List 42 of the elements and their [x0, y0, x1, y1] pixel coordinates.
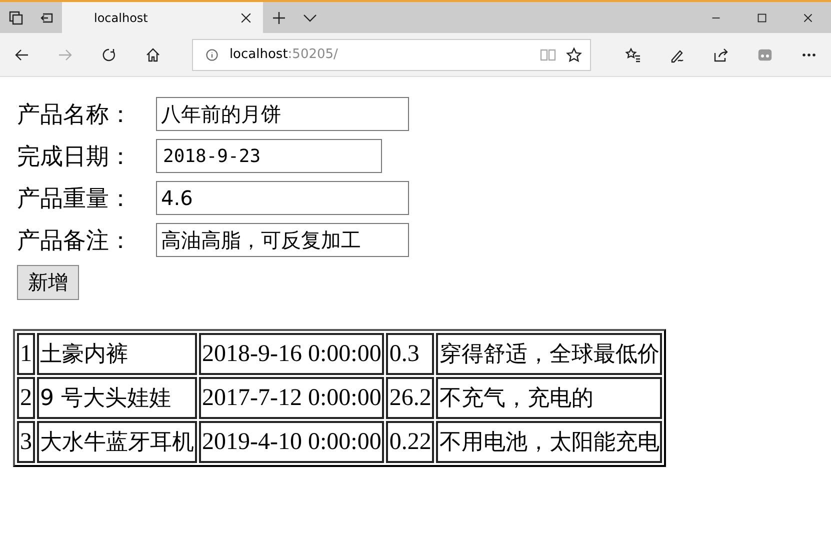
- field-label: 产品备注：: [17, 226, 133, 256]
- table-cell: 0.22: [386, 421, 434, 463]
- table-cell: 9 号大头娃娃: [37, 377, 197, 419]
- input-field[interactable]: 八年前的月饼: [156, 97, 409, 131]
- home-icon[interactable]: [144, 46, 161, 62]
- browser-tab[interactable]: localhost: [62, 2, 263, 33]
- tab-title: localhost: [94, 10, 148, 24]
- back-icon[interactable]: [14, 46, 30, 62]
- info-icon[interactable]: [205, 48, 220, 62]
- favorites-icon[interactable]: [625, 46, 642, 62]
- share-icon[interactable]: [713, 46, 730, 62]
- field-label: 完成日期：: [17, 142, 133, 172]
- new-tab-icon[interactable]: [270, 10, 286, 26]
- field-label: 产品名称：: [17, 100, 133, 130]
- table-cell: 26.2: [386, 377, 434, 419]
- url-port: :50205/: [288, 47, 338, 62]
- field-label: 产品重量：: [17, 184, 133, 214]
- tabs-icon[interactable]: [8, 10, 24, 26]
- url-host: localhost: [229, 47, 288, 62]
- table-cell: 2017-7-12 0:00:00: [199, 377, 384, 419]
- add-button[interactable]: 新增: [17, 265, 79, 300]
- table-cell: 2018-9-16 0:00:00: [199, 333, 384, 375]
- table-cell: 1: [17, 333, 35, 375]
- maximize-icon[interactable]: [756, 12, 768, 24]
- input-field[interactable]: 4.6: [156, 181, 409, 215]
- refresh-icon[interactable]: [101, 46, 118, 62]
- table-cell: 3: [17, 421, 35, 463]
- date-field[interactable]: 2018-9-23: [156, 139, 382, 173]
- close-icon[interactable]: [239, 10, 253, 24]
- table-cell: 土豪内裤: [37, 333, 197, 375]
- table-cell: 0.3: [386, 333, 434, 375]
- input-field[interactable]: 高油高脂，可反复加工: [156, 223, 409, 257]
- table-cell: 穿得舒适，全球最低价: [436, 333, 662, 375]
- table-cell: 大水牛蓝牙耳机: [37, 421, 197, 463]
- star-icon[interactable]: [566, 46, 582, 62]
- table-cell: 2019-4-10 0:00:00: [199, 421, 384, 463]
- extension-icon[interactable]: [757, 46, 774, 62]
- close-icon[interactable]: [802, 12, 814, 24]
- table-cell: 2: [17, 377, 35, 419]
- table-cell: 不充气，充电的: [436, 377, 662, 419]
- address-bar[interactable]: localhost:50205/: [192, 38, 592, 70]
- table-cell: 不用电池，太阳能充电: [436, 421, 662, 463]
